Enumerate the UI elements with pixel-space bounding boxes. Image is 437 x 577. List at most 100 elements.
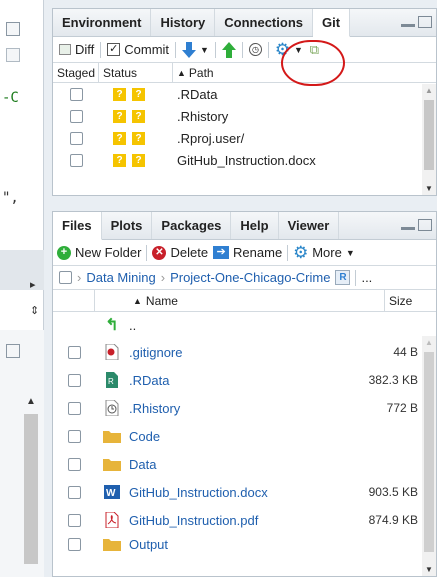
staged-checkbox[interactable] bbox=[69, 153, 83, 167]
window-controls bbox=[401, 219, 432, 231]
tab-viewer[interactable]: Viewer bbox=[279, 212, 340, 239]
file-name[interactable]: Code bbox=[129, 429, 160, 444]
git-scroll-thumb[interactable] bbox=[424, 100, 434, 170]
tab-history[interactable]: History bbox=[151, 9, 216, 36]
parent-dir-label: .. bbox=[129, 317, 137, 333]
scroll-up-icon[interactable]: ▲ bbox=[26, 396, 36, 407]
file-name[interactable]: GitHub_Instruction.pdf bbox=[129, 513, 258, 528]
select-all-checkbox[interactable] bbox=[59, 271, 72, 284]
file-name[interactable]: .gitignore bbox=[129, 345, 182, 360]
list-item[interactable]: GitHub_Instruction.pdf 874.9 KB bbox=[53, 506, 436, 534]
staged-checkbox[interactable] bbox=[69, 87, 83, 101]
list-item[interactable]: Output bbox=[53, 534, 436, 554]
file-name[interactable]: Data bbox=[129, 457, 156, 472]
file-checkbox[interactable] bbox=[67, 345, 81, 359]
staged-checkbox[interactable] bbox=[69, 109, 83, 123]
commit-button[interactable]: ✓ Commit bbox=[107, 42, 169, 57]
rproject-icon[interactable]: R bbox=[335, 270, 351, 285]
toolbar-separator bbox=[100, 41, 102, 58]
pull-dropdown-icon[interactable]: ▼ bbox=[200, 45, 209, 55]
history-button[interactable]: ◷ bbox=[248, 43, 262, 56]
col-status[interactable]: Status bbox=[99, 63, 173, 82]
file-checkbox[interactable] bbox=[67, 485, 81, 499]
tab-help[interactable]: Help bbox=[231, 212, 279, 239]
breadcrumb-item[interactable]: Project-One-Chicago-Crime bbox=[170, 270, 330, 285]
list-item[interactable]: W GitHub_Instruction.docx 903.5 KB bbox=[53, 478, 436, 506]
file-checkbox[interactable] bbox=[67, 429, 81, 443]
expand-arrow-icon[interactable]: ▸ bbox=[30, 278, 36, 291]
git-row[interactable]: ?? .Rhistory bbox=[53, 105, 436, 127]
left-scrollbar-thumb[interactable] bbox=[24, 414, 38, 564]
git-scrollbar[interactable]: ▲ ▼ bbox=[422, 84, 436, 195]
file-name[interactable]: .RData bbox=[129, 373, 169, 388]
file-checkbox[interactable] bbox=[67, 401, 81, 415]
col-select bbox=[53, 290, 95, 311]
file-checkbox[interactable] bbox=[67, 373, 81, 387]
delete-button[interactable]: ✕ Delete bbox=[152, 245, 208, 260]
list-item[interactable]: R .RData 382.3 KB bbox=[53, 366, 436, 394]
history-icon bbox=[95, 400, 129, 416]
tab-connections[interactable]: Connections bbox=[215, 9, 313, 36]
left-lower-toggle[interactable] bbox=[6, 344, 20, 358]
list-item[interactable]: .Rhistory 772 B bbox=[53, 394, 436, 422]
scroll-down-icon[interactable]: ▼ bbox=[425, 184, 433, 193]
toolbar-separator bbox=[287, 244, 289, 261]
files-scrollbar[interactable]: ▲ ▼ bbox=[422, 336, 436, 576]
list-item[interactable]: .gitignore 44 B bbox=[53, 338, 436, 366]
git-table-header: Staged Status ▲ Path bbox=[53, 63, 436, 83]
left-panel-toggle-2[interactable] bbox=[6, 48, 20, 62]
toolbar-separator bbox=[241, 41, 243, 58]
tab-plots[interactable]: Plots bbox=[102, 212, 153, 239]
folder-icon bbox=[95, 537, 129, 551]
left-panel-toggle[interactable] bbox=[6, 22, 20, 36]
updown-arrow-icon[interactable]: ⇕ bbox=[30, 304, 39, 317]
file-checkbox[interactable] bbox=[67, 457, 81, 471]
more-button[interactable]: ⚙ More ▼ bbox=[293, 244, 355, 261]
tab-files[interactable]: Files bbox=[53, 212, 102, 240]
breadcrumb-item[interactable]: Data Mining bbox=[86, 270, 155, 285]
maximize-icon[interactable] bbox=[418, 16, 432, 28]
git-row-path: GitHub_Instruction.docx bbox=[177, 152, 316, 168]
rename-button[interactable]: ➔ Rename bbox=[213, 245, 282, 260]
maximize-icon[interactable] bbox=[418, 219, 432, 231]
tab-packages[interactable]: Packages bbox=[152, 212, 232, 239]
minimize-icon[interactable] bbox=[401, 227, 415, 230]
col-size[interactable]: Size bbox=[385, 290, 436, 311]
parent-dir-row[interactable]: ↰ .. bbox=[53, 312, 436, 338]
left-gray-block bbox=[0, 250, 44, 290]
git-row[interactable]: ?? GitHub_Instruction.docx bbox=[53, 149, 436, 171]
file-name[interactable]: GitHub_Instruction.docx bbox=[129, 485, 268, 500]
list-item[interactable]: Code bbox=[53, 422, 436, 450]
git-row[interactable]: ?? .RData bbox=[53, 83, 436, 105]
git-row[interactable]: ?? .Rproj.user/ bbox=[53, 127, 436, 149]
file-name[interactable]: .Rhistory bbox=[129, 401, 180, 416]
pull-button[interactable]: ▼ bbox=[182, 41, 209, 58]
staged-checkbox[interactable] bbox=[69, 131, 83, 145]
diff-button[interactable]: Diff bbox=[59, 42, 94, 57]
push-button[interactable] bbox=[221, 41, 236, 58]
scroll-down-icon[interactable]: ▼ bbox=[425, 565, 433, 574]
minimize-icon[interactable] bbox=[401, 24, 415, 27]
status-untracked-icon: ? bbox=[132, 153, 145, 167]
git-pane-tabbar: Environment History Connections Git bbox=[53, 9, 436, 37]
files-table-header: ▲ Name Size bbox=[53, 290, 436, 312]
status-untracked-icon: ? bbox=[113, 153, 126, 167]
breadcrumb-more[interactable]: ... bbox=[361, 270, 372, 285]
col-path-label: Path bbox=[188, 65, 214, 80]
files-scroll-thumb[interactable] bbox=[424, 352, 434, 552]
tab-git[interactable]: Git bbox=[313, 9, 351, 37]
toolbar-separator bbox=[355, 269, 357, 286]
scroll-up-icon[interactable]: ▲ bbox=[425, 86, 433, 95]
col-name[interactable]: ▲ Name bbox=[95, 290, 385, 311]
new-folder-button[interactable]: + New Folder bbox=[57, 245, 141, 260]
folder-icon bbox=[95, 429, 129, 443]
col-staged[interactable]: Staged bbox=[53, 63, 99, 82]
tab-environment[interactable]: Environment bbox=[53, 9, 152, 36]
scroll-up-icon[interactable]: ▲ bbox=[425, 338, 433, 347]
file-checkbox[interactable] bbox=[67, 537, 81, 551]
sort-asc-icon: ▲ bbox=[177, 67, 186, 78]
list-item[interactable]: Data bbox=[53, 450, 436, 478]
git-row-path: .Rproj.user/ bbox=[177, 130, 245, 146]
file-checkbox[interactable] bbox=[67, 513, 81, 527]
file-name[interactable]: Output bbox=[129, 537, 168, 552]
